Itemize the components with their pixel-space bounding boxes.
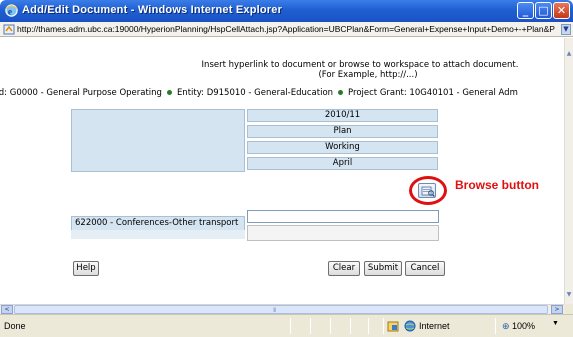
hyperlink-input[interactable]	[247, 210, 439, 223]
scroll-right-icon[interactable]: >	[551, 305, 563, 314]
column-header-version: Working	[247, 141, 438, 154]
browse-callout-label: Browse button	[455, 178, 539, 192]
cancel-button[interactable]: Cancel	[405, 261, 445, 276]
address-dropdown-icon[interactable]: ▼	[561, 24, 571, 35]
column-header-scenario: Plan	[247, 125, 438, 138]
scroll-left-icon[interactable]: <	[1, 305, 13, 314]
status-divider	[350, 318, 351, 334]
column-header-year: 2010/11	[247, 109, 438, 122]
pov-bar: und: G0000 - General Purpose Operating En…	[0, 88, 518, 98]
scroll-grip: III	[273, 307, 276, 314]
instruction-text: Insert hyperlink to document or browse t…	[200, 60, 520, 80]
zoom-magnifier-icon[interactable]: ⊕	[502, 321, 510, 332]
column-header-period: April	[247, 157, 438, 170]
page-favicon-icon	[3, 24, 15, 35]
status-divider	[290, 318, 291, 334]
zoom-dropdown-icon[interactable]: ▼	[552, 320, 559, 327]
pov-fund: und: G0000 - General Purpose Operating	[0, 88, 162, 98]
protected-mode-icon[interactable]	[387, 320, 399, 332]
scrollbar-corner	[564, 304, 573, 314]
clear-button[interactable]: Clear	[328, 261, 360, 276]
scroll-up-icon[interactable]: ▲	[565, 50, 573, 60]
minimize-button[interactable]: _	[517, 2, 534, 19]
help-button[interactable]: Help	[73, 261, 99, 276]
status-divider	[330, 318, 331, 334]
status-bar: Done Internet ⊕ 100% ▼	[0, 314, 573, 337]
svg-text:e: e	[8, 7, 12, 17]
pov-entity: Entity: D915010 - General-Education	[176, 88, 334, 98]
zoom-level[interactable]: 100%	[512, 321, 535, 331]
row-spacer	[71, 230, 245, 239]
close-button[interactable]: ✕	[553, 2, 570, 19]
address-bar: http://thames.adm.ubc.ca:19000/HyperionP…	[0, 22, 573, 37]
internet-zone-icon	[404, 320, 416, 332]
vertical-scrollbar[interactable]: ▲ ▼	[564, 38, 573, 304]
instruction-line-2: (For Example, http://...)	[318, 70, 418, 80]
submit-button[interactable]: Submit	[364, 261, 402, 276]
address-url[interactable]: http://thames.adm.ubc.ca:19000/HyperionP…	[17, 24, 562, 34]
instruction-line-1: Insert hyperlink to document or browse t…	[201, 60, 519, 70]
pov-project: Project Grant: 10G40101 - General Adm	[348, 88, 518, 98]
horizontal-scrollbar[interactable]: < III >	[0, 304, 564, 314]
internet-explorer-icon: e	[5, 4, 18, 17]
grid-corner-cell	[71, 109, 245, 172]
document-cell	[247, 225, 439, 241]
status-text: Done	[4, 321, 26, 331]
browse-callout-circle	[409, 176, 447, 205]
status-divider	[495, 318, 496, 334]
maximize-button[interactable]: □	[535, 2, 552, 19]
bullet-icon	[338, 89, 344, 95]
status-divider	[368, 318, 369, 334]
horizontal-scroll-thumb[interactable]: III	[14, 305, 548, 314]
window-titlebar: e Add/Edit Document - Windows Internet E…	[0, 0, 573, 22]
status-divider	[383, 318, 384, 334]
window-title: Add/Edit Document - Windows Internet Exp…	[22, 4, 283, 16]
row-header-account: 622000 - Conferences-Other transport	[71, 216, 245, 231]
scroll-down-icon[interactable]: ▼	[565, 291, 573, 301]
status-divider	[310, 318, 311, 334]
bullet-icon	[166, 89, 172, 95]
security-zone-label: Internet	[419, 321, 450, 331]
